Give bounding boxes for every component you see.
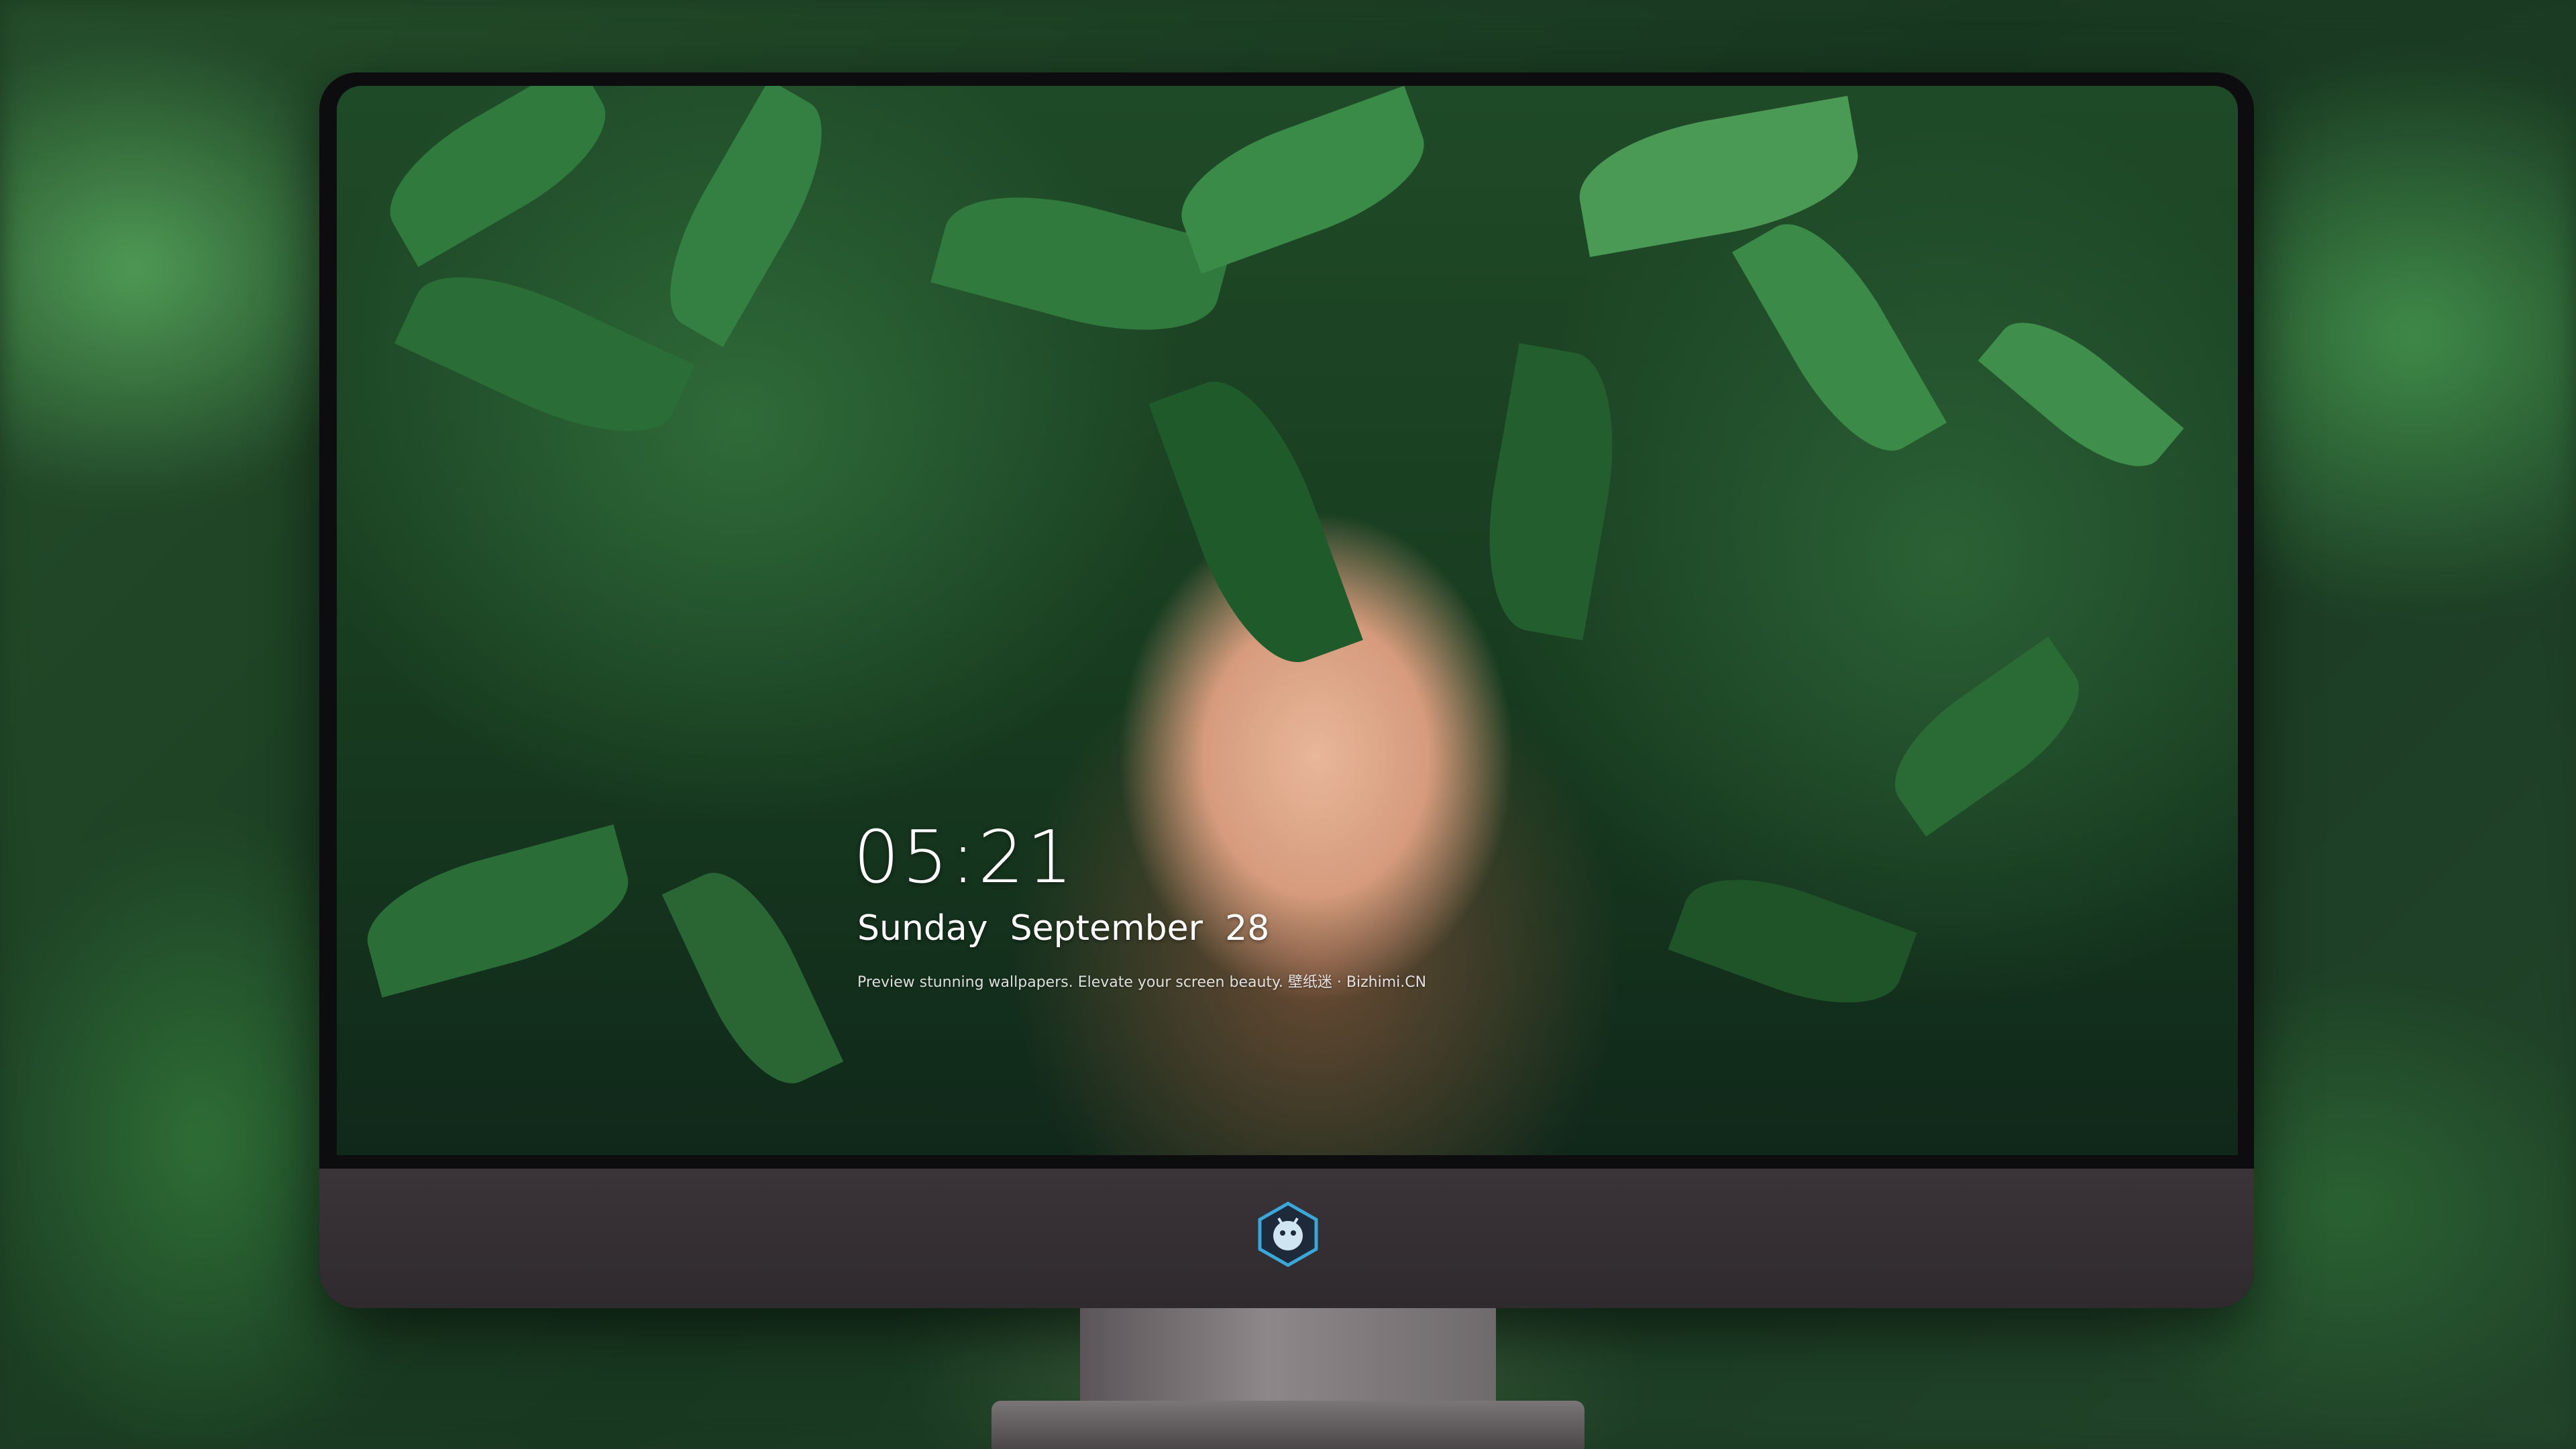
leaf [1978, 299, 2184, 490]
leaf [1732, 201, 1947, 474]
lockscreen-clock: 05:21 [853, 816, 1076, 900]
brand-logo-icon [1254, 1201, 1322, 1268]
leaf [1872, 636, 2102, 837]
leaf [1668, 855, 1917, 1028]
leaf [394, 246, 696, 463]
leaf [368, 86, 628, 267]
lockscreen-tagline: Preview stunning wallpapers. Elevate you… [857, 974, 1427, 991]
leaf [354, 824, 641, 998]
leaf [1570, 95, 1868, 258]
monitor-stand-base [991, 1401, 1585, 1449]
leaf [1148, 362, 1363, 682]
desktop-screen: 05:21 Sunday September 28 Preview stunni… [337, 86, 2238, 1155]
leaf [1470, 343, 1632, 641]
leaf [641, 86, 851, 347]
lockscreen-date: Sunday September 28 [857, 908, 1270, 949]
leaf [661, 855, 844, 1102]
monitor-stand-neck [1080, 1308, 1496, 1402]
leaf [1165, 86, 1441, 274]
